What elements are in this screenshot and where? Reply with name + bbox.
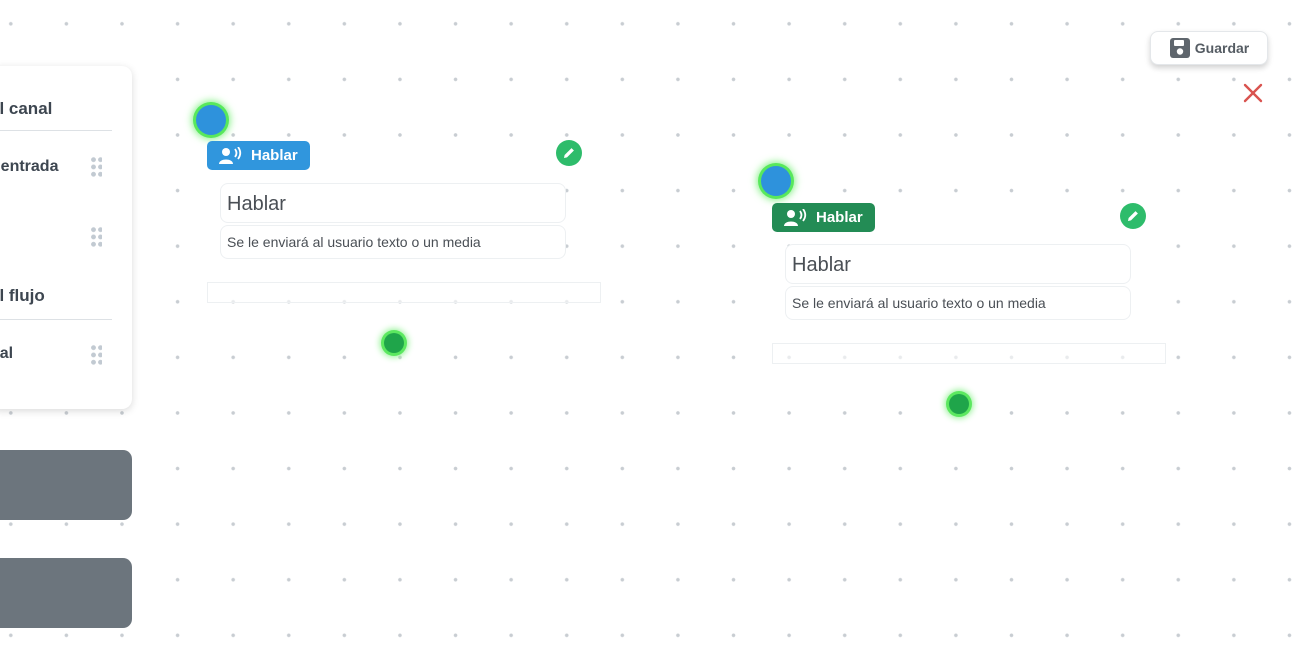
palette-item-canal[interactable]: nal [0,345,13,363]
node-type-label: Hablar [816,209,863,226]
palette-block[interactable] [0,450,132,520]
save-button-label: Guardar [1194,40,1250,56]
pencil-icon [564,148,574,158]
palette-divider [0,130,112,131]
speaking-person-icon [784,208,808,227]
node-type-badge: Hablar [772,203,875,232]
speaking-person-icon [219,146,243,165]
save-button[interactable]: Guardar [1150,31,1268,65]
pencil-icon [1128,211,1138,221]
drag-handle-icon[interactable] [90,156,102,178]
palette-divider [0,319,112,320]
node-type-badge: Hablar [207,141,310,170]
flow-node-hablar[interactable]: Hablar Hablar Se le enviará al usuario t… [760,165,1166,414]
node-title: Hablar [785,244,1131,284]
input-connector-handle[interactable] [761,166,791,196]
node-description: Se le enviará al usuario texto o un medi… [785,286,1131,320]
output-connector-handle[interactable] [949,394,969,414]
input-connector-handle[interactable] [196,105,226,135]
edit-node-button[interactable] [1120,203,1146,229]
edit-node-button[interactable] [556,140,582,166]
node-footer [207,282,601,303]
close-icon [1243,83,1263,103]
node-footer [772,343,1166,364]
node-palette-panel: el canal r entrada el flujo nal [0,66,132,409]
drag-handle-icon[interactable] [90,226,102,248]
palette-block[interactable] [0,558,132,628]
flow-node-hablar[interactable]: Hablar Hablar Se le enviará al usuario t… [195,104,601,353]
drag-handle-icon[interactable] [90,344,102,366]
node-title: Hablar [220,183,566,223]
floppy-disk-icon [1169,37,1191,59]
node-type-label: Hablar [251,147,298,164]
palette-section-title: el canal [0,99,53,118]
palette-item-entrada[interactable]: r entrada [0,158,58,176]
output-connector-handle[interactable] [384,333,404,353]
node-description: Se le enviará al usuario texto o un medi… [220,225,566,259]
close-button[interactable] [1242,82,1264,104]
palette-section-title: el flujo [0,286,45,305]
